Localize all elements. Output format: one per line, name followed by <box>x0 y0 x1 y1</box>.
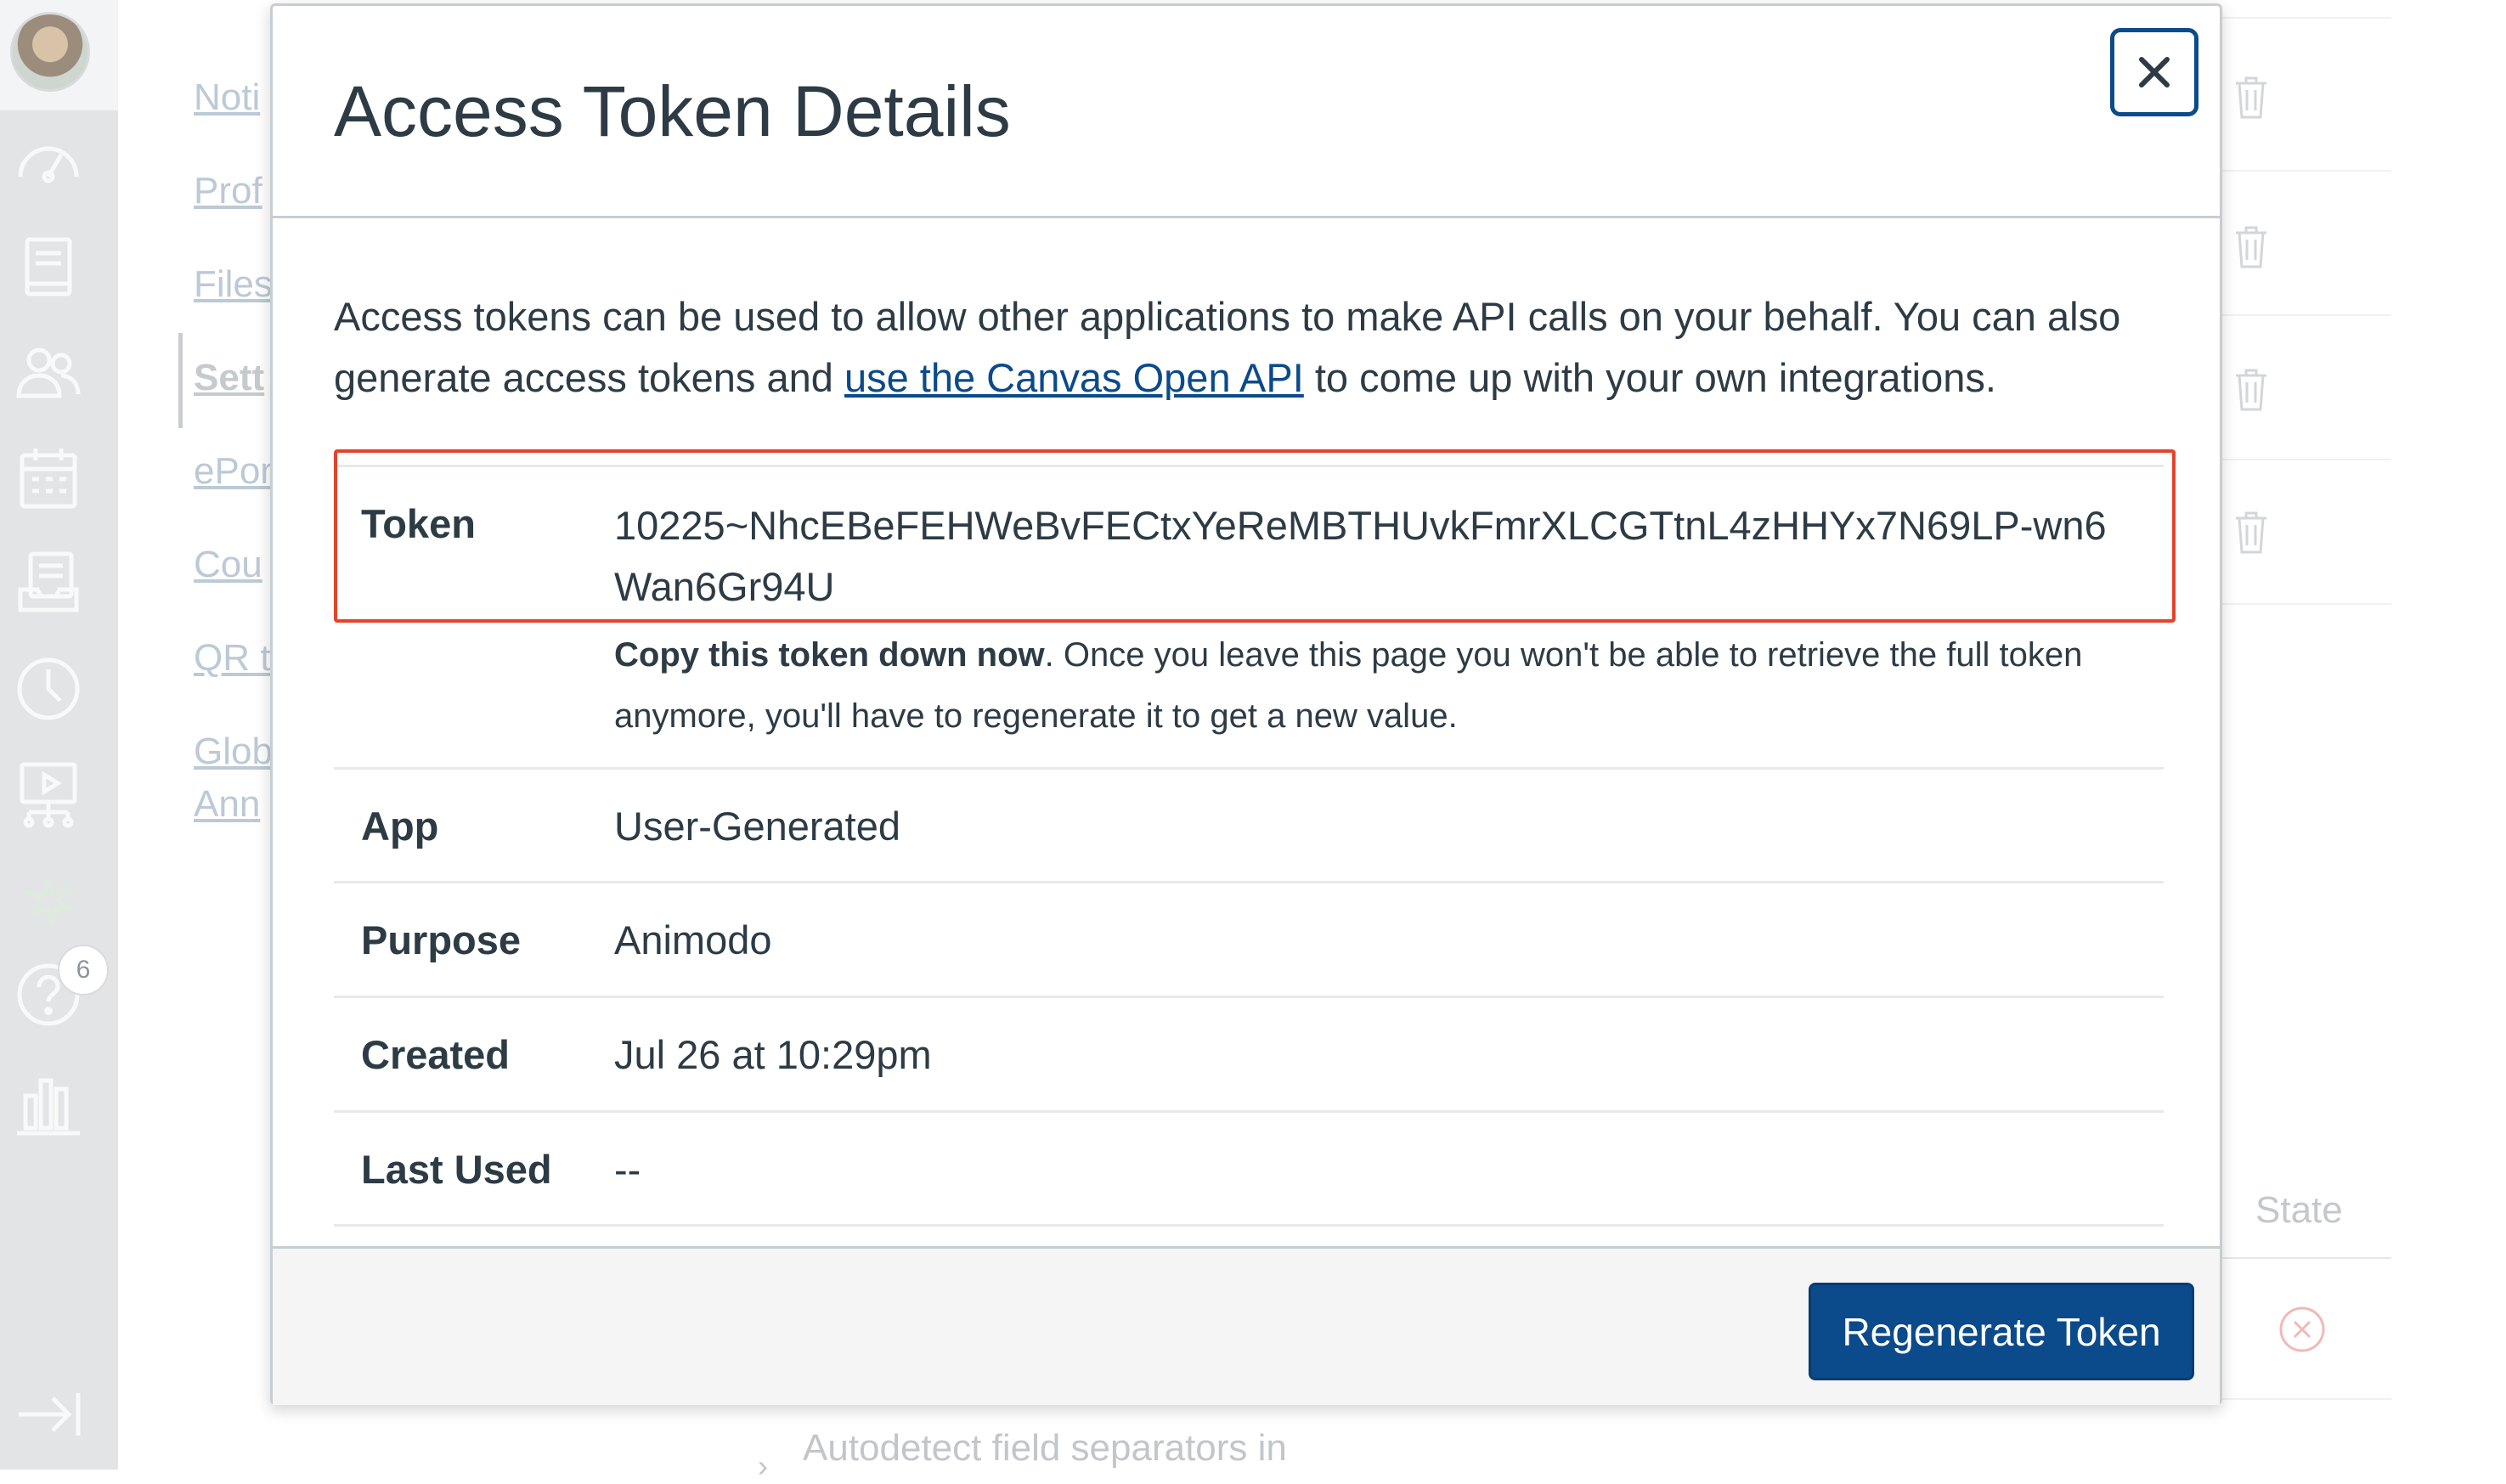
app-value: User-Generated <box>614 804 900 849</box>
dashboard-icon[interactable] <box>12 126 85 199</box>
bg-divider <box>2221 314 2391 316</box>
left-menu-courses[interactable]: Cou <box>194 544 270 586</box>
purpose-value: Animodo <box>614 917 772 962</box>
trash-icon[interactable] <box>2234 367 2268 411</box>
row-divider <box>334 881 2164 883</box>
app-label: App <box>361 804 439 849</box>
trash-icon[interactable] <box>2234 510 2268 554</box>
token-value: 10225~NhcEBeFEHWeBvFECtxYeReMBTHUvkFmrXL… <box>614 503 2107 609</box>
close-button[interactable] <box>2110 28 2198 116</box>
modal-footer: Regenerate Token <box>273 1246 2220 1405</box>
commons-icon[interactable] <box>12 758 85 831</box>
row-divider <box>334 1224 2164 1227</box>
row-divider <box>334 767 2164 770</box>
cancel-icon[interactable] <box>2278 1306 2326 1353</box>
help-badge: 6 <box>58 945 109 996</box>
bg-divider <box>2221 17 2391 19</box>
left-menu-qr[interactable]: QR t <box>194 637 270 680</box>
trash-icon[interactable] <box>2234 224 2268 268</box>
row-divider <box>334 1110 2164 1113</box>
trash-icon[interactable] <box>2234 75 2268 119</box>
left-menu-eportfolios[interactable]: ePor <box>194 450 270 493</box>
analytics-icon[interactable] <box>12 1067 85 1140</box>
intro-text: Access tokens can be used to allow other… <box>334 286 2160 409</box>
left-menu-active-bar <box>178 333 183 428</box>
inbox-icon[interactable] <box>12 547 85 620</box>
bg-divider <box>2221 603 2391 605</box>
account-area <box>0 0 118 110</box>
access-token-modal: Access Token Details Access tokens can b… <box>270 3 2222 1405</box>
state-column-header: State <box>2255 1189 2343 1231</box>
created-label: Created <box>361 1032 511 1077</box>
studio-icon[interactable] <box>12 863 85 936</box>
calendar-icon[interactable] <box>12 442 85 515</box>
close-icon <box>2139 57 2170 87</box>
last-used-label: Last Used <box>361 1147 552 1192</box>
canvas-open-api-link[interactable]: use the Canvas Open API <box>844 355 1304 400</box>
groups-icon[interactable] <box>12 336 85 409</box>
regenerate-token-button[interactable]: Regenerate Token <box>1809 1283 2194 1380</box>
left-menu-settings[interactable]: Sett <box>194 357 270 399</box>
left-menu-profile[interactable]: Prof <box>194 170 270 212</box>
left-menu-global[interactable]: Glob <box>194 731 270 773</box>
left-menu-files[interactable]: Files <box>194 263 270 306</box>
history-icon[interactable] <box>12 652 85 725</box>
token-label: Token <box>361 501 476 546</box>
modal-header: Access Token Details <box>273 6 2220 218</box>
modal-title: Access Token Details <box>334 71 1011 151</box>
global-nav: 6 <box>0 0 118 1470</box>
intro-text-part: to come up with your own integrations. <box>1303 355 1996 400</box>
bg-option-text: Autodetect field separators in <box>803 1427 1287 1469</box>
row-divider <box>334 996 2164 998</box>
bg-divider <box>2221 1257 2391 1259</box>
left-menu-announcements[interactable]: Ann <box>194 783 270 826</box>
token-note-bold: Copy this token down now <box>614 636 1045 674</box>
bg-divider <box>2221 170 2391 172</box>
collapse-nav-icon[interactable] <box>12 1378 85 1451</box>
bg-divider <box>2221 459 2391 460</box>
user-avatar[interactable] <box>10 12 90 92</box>
purpose-label: Purpose <box>361 917 522 962</box>
courses-icon[interactable] <box>12 231 85 304</box>
bg-divider <box>2221 1398 2391 1400</box>
left-menu-notifications[interactable]: Noti <box>194 76 270 119</box>
token-note: Copy this token down now. Once you leave… <box>614 624 2126 747</box>
last-used-value: -- <box>614 1147 641 1192</box>
created-value: Jul 26 at 10:29pm <box>614 1032 932 1077</box>
chevron-right-icon: › <box>758 1448 768 1483</box>
